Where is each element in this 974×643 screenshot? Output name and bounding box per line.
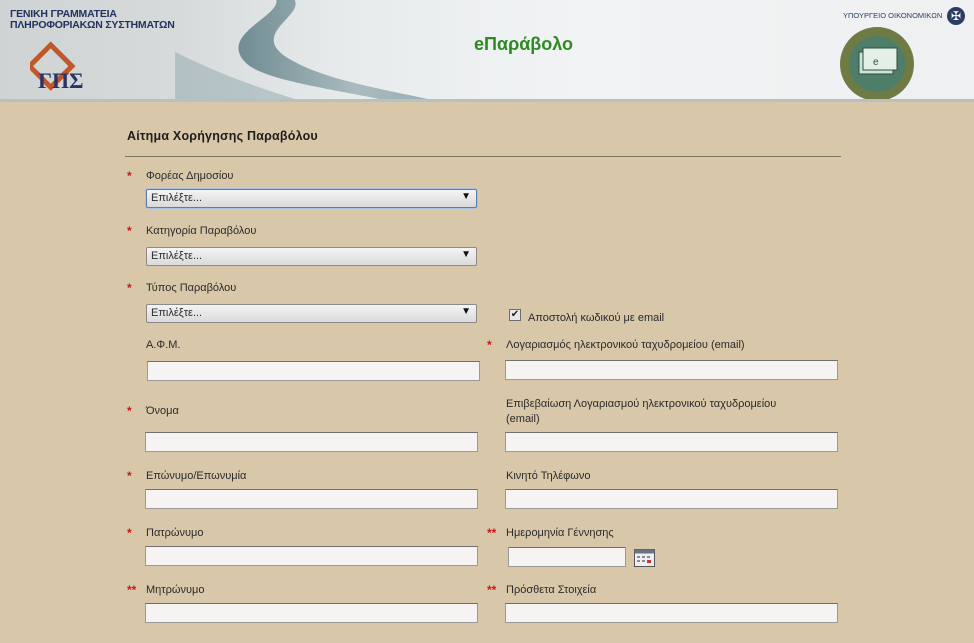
required-marker: * [127,469,132,483]
calendar-icon[interactable] [634,549,655,567]
father-name-input[interactable] [145,546,478,566]
required-marker: * [127,224,132,238]
email-label: Λογαριασμός ηλεκτρονικού ταχυδρομείου (e… [506,339,745,351]
required-marker: * [127,281,132,295]
type-select-value: Επιλέξτε... [151,307,203,319]
email-confirm-label-line1: Επιβεβαίωση Λογαριασμού ηλεκτρονικού ταχ… [506,398,777,410]
type-select[interactable]: Επιλέξτε... ▼ [146,304,477,323]
category-label: Κατηγορία Παραβόλου [146,225,257,237]
svg-text:e: e [873,57,879,68]
father-name-label: Πατρώνυμο [146,527,204,539]
dropdown-arrow-icon: ▼ [461,249,471,260]
surname-label: Επώνυμο/Επωνυμία [146,470,247,482]
org-name: ΓΕΝΙΚΗ ΓΡΑΜΜΑΤΕΙΑ ΠΛΗΡΟΦΟΡΙΑΚΩΝ ΣΥΣΤΗΜΑΤ… [10,9,175,31]
org-name-line2: ΠΛΗΡΟΦΟΡΙΑΚΩΝ ΣΥΣΤΗΜΑΤΩΝ [10,19,175,31]
type-label: Τύπος Παραβόλου [146,282,237,294]
mother-name-input[interactable] [145,603,478,623]
required-marker: * [487,338,492,352]
title-divider [125,156,841,157]
greek-emblem-icon: ✠ [947,7,965,25]
afm-input[interactable] [147,361,480,381]
foreas-select-value: Επιλέξτε... [151,192,203,204]
double-required-marker: ** [487,583,497,597]
header-banner: ΓΕΝΙΚΗ ΓΡΑΜΜΑΤΕΙΑ ΠΛΗΡΟΦΟΡΙΑΚΩΝ ΣΥΣΤΗΜΑΤ… [0,0,974,102]
mobile-label: Κινητό Τηλέφωνο [506,470,591,482]
name-label: Όνομα [146,405,179,417]
send-email-code-label: Αποστολή κωδικού με email [528,312,665,324]
surname-input[interactable] [145,489,478,509]
ministry-name: ΥΠΟΥΡΓΕΙΟ ΟΙΚΟΝΟΜΙΚΩΝ [843,11,943,20]
mother-name-label: Μητρώνυμο [146,584,205,596]
foreas-select[interactable]: Επιλέξτε... ▼ [146,189,477,208]
name-input[interactable] [145,432,478,452]
double-required-marker: ** [127,583,137,597]
foreas-label: Φορέας Δημοσίου [146,170,234,182]
extra-info-input[interactable] [505,603,838,623]
dropdown-arrow-icon: ▼ [461,191,471,202]
email-confirm-label-line2: (email) [506,413,540,425]
afm-label: Α.Φ.Μ. [146,339,181,351]
send-email-code-checkbox[interactable]: ✔ [509,309,521,321]
double-required-marker: ** [487,526,497,540]
app-title: eΠαράβολο [474,34,574,54]
birthdate-input[interactable] [508,547,626,567]
category-select-value: Επιλέξτε... [151,250,203,262]
email-confirm-input[interactable] [505,432,838,452]
email-input[interactable] [505,360,838,380]
banner-swoosh-graphic [175,0,442,102]
gps-logo-icon: ΓΠΣ [30,41,84,93]
required-marker: * [127,526,132,540]
extra-info-label: Πρόσθετα Στοιχεία [506,584,597,596]
category-select[interactable]: Επιλέξτε... ▼ [146,247,477,266]
e-paravolo-seal-logo: e [840,27,914,101]
required-marker: * [127,404,132,418]
mobile-input[interactable] [505,489,838,509]
birthdate-label: Ημερομηνία Γέννησης [506,527,614,539]
svg-text:ΓΠΣ: ΓΠΣ [38,68,84,93]
required-marker: * [127,169,132,183]
dropdown-arrow-icon: ▼ [461,306,471,317]
form-title: Αίτημα Χορήγησης Παραβόλου [127,129,318,143]
